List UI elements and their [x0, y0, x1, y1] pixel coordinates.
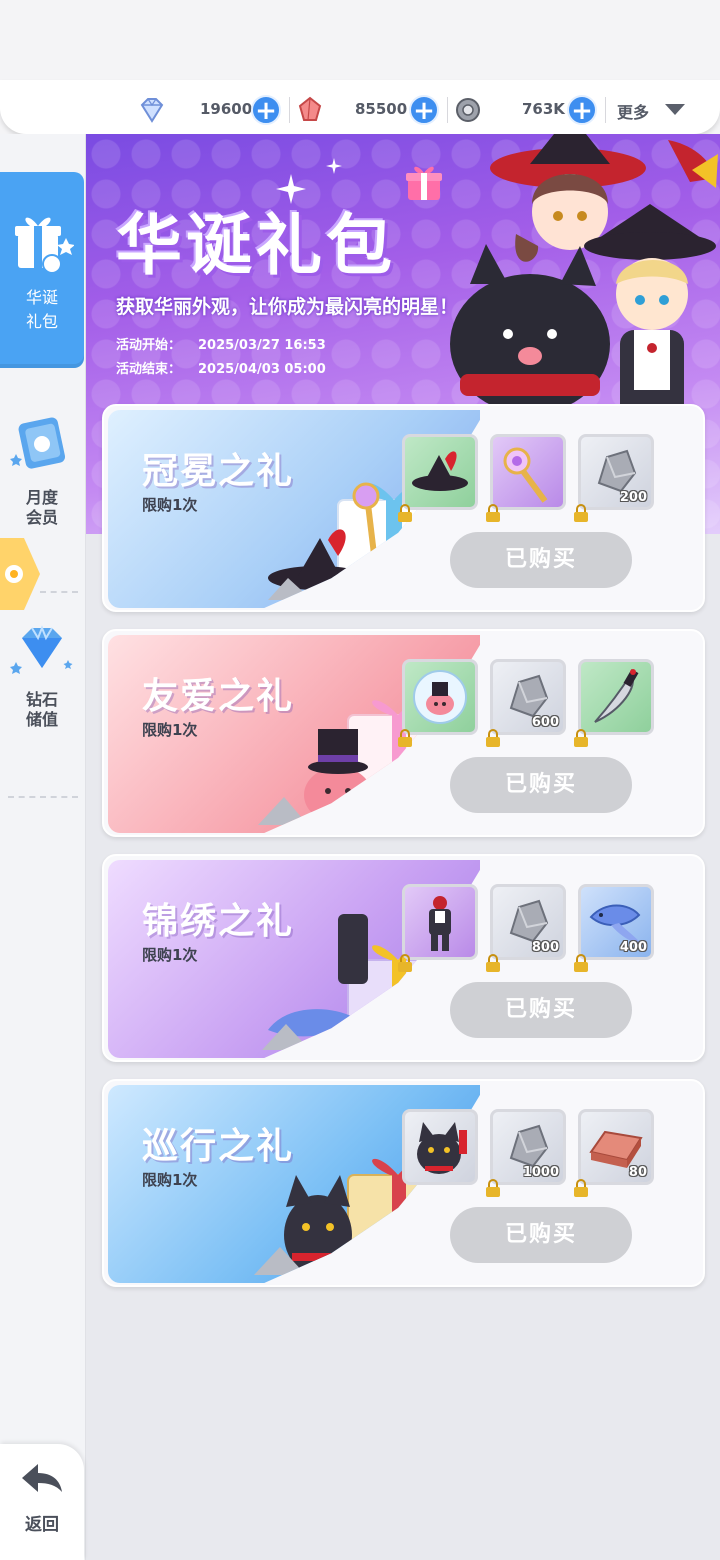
gift-icon — [15, 217, 74, 274]
event-start-time: 活动开始： 2025/03/27 16:53 — [116, 334, 326, 353]
lock-icon — [574, 1179, 588, 1197]
costume-outfit-icon — [429, 896, 451, 951]
purchased-button[interactable]: 已购买 — [450, 757, 632, 813]
item-slot[interactable] — [402, 434, 478, 510]
pack-card: 冠冕之礼 限购1次 200 已购买 — [102, 404, 705, 612]
item-slot[interactable]: 80 — [578, 1109, 654, 1185]
back-arrow-icon — [22, 1464, 62, 1492]
lock-icon — [574, 729, 588, 747]
diamond-icon — [10, 625, 73, 674]
start-value: 2025/03/27 16:53 — [198, 338, 326, 353]
add-diamond-button[interactable]: + — [251, 95, 281, 125]
sidebar-item-label: 华诞 — [25, 288, 58, 307]
banner-title: 华诞礼包 — [116, 207, 396, 284]
add-coin-button[interactable]: + — [567, 95, 597, 125]
currency-value: 19600 — [200, 100, 253, 118]
start-label: 活动开始： — [116, 338, 182, 353]
item-slot[interactable] — [490, 434, 566, 510]
divider — [605, 97, 606, 123]
sidebar-item-label: 月度 — [25, 488, 58, 507]
sidebar-item-monthly-membership[interactable]: 月度 会员 — [0, 414, 84, 534]
item-slot[interactable]: 600 — [490, 659, 566, 735]
pack-card: 巡行之礼 限购1次 1000 80 已购买 — [102, 1079, 705, 1287]
event-end-time: 活动结束： 2025/04/03 05:00 — [116, 358, 326, 377]
red-crystal-icon — [298, 96, 322, 121]
sidebar-item-diamond-topup[interactable]: 钻石 储值 — [0, 624, 84, 744]
diamond-icon — [140, 98, 164, 123]
lock-icon — [398, 729, 412, 747]
lock-icon — [574, 954, 588, 972]
item-quantity: 800 — [531, 940, 559, 955]
item-slot[interactable] — [402, 659, 478, 735]
lock-icon — [574, 504, 588, 522]
end-label: 活动结束： — [116, 362, 182, 377]
banner-subtitle: 获取华丽外观，让你成为最闪亮的明星！ — [116, 296, 459, 318]
item-slot[interactable]: 200 — [578, 434, 654, 510]
item-slot[interactable] — [402, 884, 478, 960]
lock-icon — [486, 1179, 500, 1197]
currency-value: 85500 — [355, 100, 408, 118]
pack-name: 友爱之礼 — [142, 676, 295, 717]
item-quantity: 400 — [619, 940, 647, 955]
currency-value: 763K — [522, 100, 565, 118]
item-slot[interactable] — [578, 659, 654, 735]
item-quantity: 600 — [531, 715, 559, 730]
back-label: 返回 — [25, 1515, 59, 1535]
sidebar-item-label: 会员 — [25, 508, 58, 527]
lock-icon — [398, 504, 412, 522]
item-quantity: 80 — [628, 1165, 647, 1180]
item-quantity: 1000 — [522, 1165, 559, 1180]
item-slot[interactable]: 400 — [578, 884, 654, 960]
add-crystal-button[interactable]: + — [409, 95, 439, 125]
sidebar-item-anniversary-pack[interactable]: 华诞 礼包 — [0, 172, 84, 368]
item-quantity: 200 — [619, 490, 647, 505]
pack-limit: 限购1次 — [142, 721, 198, 739]
magic-wand-icon — [503, 447, 548, 503]
dagger-icon — [594, 669, 639, 723]
pack-card: 友爱之礼 限购1次 600 已购买 — [102, 629, 705, 837]
lock-icon — [486, 504, 500, 522]
sidebar-item-label: 礼包 — [25, 312, 58, 331]
divider — [289, 97, 290, 123]
chevron-down-icon[interactable] — [665, 104, 685, 115]
sparkle-icon — [326, 158, 342, 174]
pack-limit: 限购1次 — [142, 496, 198, 514]
black-cat-mount-icon — [417, 1122, 467, 1174]
lock-icon — [398, 954, 412, 972]
purchased-button[interactable]: 已购买 — [450, 1207, 632, 1263]
sidebar-item-label: 储值 — [25, 710, 58, 729]
pack-limit: 限购1次 — [142, 1171, 198, 1189]
pack-card: 锦绣之礼 限购1次 800 400 已购买 — [102, 854, 705, 1062]
item-slot[interactable] — [402, 1109, 478, 1185]
divider — [447, 97, 448, 123]
lock-icon — [486, 729, 500, 747]
back-button[interactable]: 返回 — [0, 1444, 84, 1560]
pack-name: 巡行之礼 — [142, 1126, 295, 1167]
sidebar-item-label: 钻石 — [25, 690, 58, 709]
pink-slime-bubble-icon — [413, 670, 467, 724]
divider — [40, 591, 78, 593]
pack-limit: 限购1次 — [142, 946, 198, 964]
purchased-button[interactable]: 已购买 — [450, 982, 632, 1038]
pack-name: 锦绣之礼 — [142, 901, 295, 942]
lock-icon — [486, 954, 500, 972]
item-slot[interactable]: 1000 — [490, 1109, 566, 1185]
item-slot[interactable]: 800 — [490, 884, 566, 960]
more-button[interactable]: 更多 — [617, 99, 649, 123]
end-value: 2025/04/03 05:00 — [198, 362, 326, 377]
pack-name: 冠冕之礼 — [142, 451, 295, 492]
membership-card-icon — [10, 417, 66, 469]
gear-coin-icon — [456, 98, 480, 122]
divider — [8, 796, 78, 798]
purchased-button[interactable]: 已购买 — [450, 532, 632, 588]
witch-hat-icon — [412, 451, 468, 491]
